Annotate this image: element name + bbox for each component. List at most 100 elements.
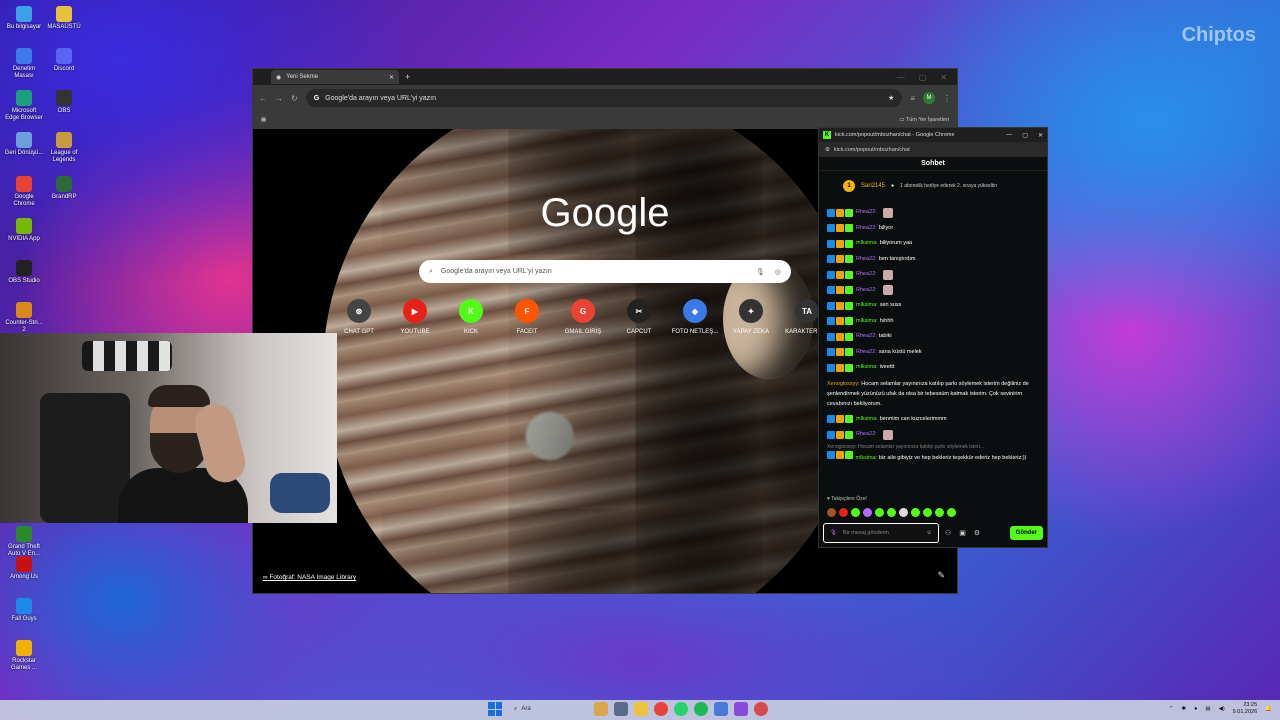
chrome-taskbar-icon[interactable] — [654, 702, 668, 716]
chat-username[interactable]: Rhea22: — [856, 345, 877, 361]
emote-icon[interactable] — [851, 508, 860, 517]
chat-username[interactable]: Rhea22: — [856, 283, 877, 299]
all-bookmarks-link[interactable]: ▭ Tüm Yer İşaretleri — [899, 117, 949, 123]
chat-username[interactable]: Rhea22: — [856, 267, 877, 283]
taskbar-search[interactable]: ⌕ Ara — [508, 702, 588, 716]
file-explorer-icon[interactable] — [634, 702, 648, 716]
chat-username[interactable]: mlksima: — [856, 360, 878, 376]
chat-url[interactable]: kick.com/popout/mbozhan/chat — [834, 147, 910, 153]
shortcut-tile[interactable]: ◆ FOTO NETLEŞ... — [667, 299, 723, 335]
leaderboard-user[interactable]: Sari2145 — [861, 183, 885, 189]
bluetooth-icon[interactable]: ✱ — [1181, 706, 1186, 712]
desktop-icon[interactable]: Bu bilgisayar — [4, 6, 44, 31]
desktop-icon[interactable]: League of Legends — [44, 132, 84, 164]
chat-maximize-button[interactable]: ▢ — [1022, 132, 1028, 139]
mic-icon[interactable]: 🎙 — [830, 530, 837, 536]
desktop-icon[interactable]: Fall Guys — [4, 598, 44, 623]
close-window-button[interactable]: ✕ — [940, 73, 947, 82]
forward-arrow-icon[interactable]: → — [275, 94, 283, 103]
photo-credit-link[interactable]: ∞ Fotoğraf: NASA Image Library — [263, 574, 356, 581]
chat-username[interactable]: mlksima: — [856, 412, 878, 428]
google-search-box[interactable]: ⌕ Google'da arayın veya URL'yi yazın 🎙 ◎ — [419, 260, 791, 283]
tab-new-tab[interactable]: ◉ Yeni Sekme ✕ — [271, 70, 399, 84]
emote-icon[interactable] — [935, 508, 944, 517]
network-icon[interactable]: ▤ — [1205, 706, 1210, 712]
chat-username[interactable]: mlksima: — [856, 298, 878, 314]
gift-icon[interactable]: ▣ — [959, 529, 966, 537]
gear-icon[interactable]: ⚙ — [974, 529, 980, 537]
emoji-icon[interactable]: ☺ — [926, 530, 932, 536]
chat-username[interactable]: Rhea22: — [856, 221, 877, 237]
desktop-icon[interactable]: Grand Theft Auto V En... — [4, 526, 44, 558]
customize-pen-icon[interactable]: ✎ — [937, 570, 945, 581]
chat-close-button[interactable]: ✕ — [1038, 132, 1043, 139]
notification-bell-icon[interactable]: 🔔 — [1265, 706, 1272, 712]
address-bar[interactable]: G Google'da arayın veya URL'yi yazın ★ — [305, 89, 903, 107]
desktop-icon[interactable]: Among Us — [4, 556, 44, 581]
shortcut-tile[interactable]: ✂ CAPCUT — [611, 299, 667, 335]
maximize-button[interactable]: ▢ — [919, 73, 927, 82]
desktop-icon[interactable]: Google Chrome — [4, 176, 44, 208]
desktop-icon[interactable]: Microsoft Edge Browser — [4, 90, 44, 122]
profile-avatar[interactable]: M — [923, 92, 935, 104]
chat-message-input[interactable]: 🎙 Bir mesaj gönderin ☺ — [823, 523, 939, 543]
media-control-icon[interactable]: ≡ — [910, 94, 915, 103]
desktop-icon[interactable]: Denetim Masası — [4, 48, 44, 80]
close-tab-icon[interactable]: ✕ — [389, 74, 394, 81]
emote-icon[interactable] — [839, 508, 848, 517]
shortcut-tile[interactable]: K KICK — [443, 299, 499, 335]
users-icon[interactable]: ⚇ — [945, 529, 951, 537]
emote-icon[interactable] — [947, 508, 956, 517]
emote-icon[interactable] — [899, 508, 908, 517]
shortcut-tile[interactable]: ⊛ CHAT GPT — [331, 299, 387, 335]
app-icon[interactable] — [734, 702, 748, 716]
emote-icon[interactable] — [911, 508, 920, 517]
desktop-icon[interactable]: NVIDIA App — [4, 218, 44, 243]
app-icon[interactable] — [714, 702, 728, 716]
shortcut-tile[interactable]: G GMAIL GİRİŞ — [555, 299, 611, 335]
bookmark-star-icon[interactable]: ★ — [888, 94, 894, 102]
chat-minimize-button[interactable]: — — [1006, 132, 1012, 139]
desktop-icon[interactable]: GrandRP — [44, 176, 84, 201]
minimize-button[interactable]: — — [897, 73, 905, 82]
desktop-icon[interactable]: OBS Studio — [4, 260, 44, 285]
desktop-icon[interactable]: OBS — [44, 90, 84, 115]
reload-icon[interactable]: ↻ — [291, 94, 298, 103]
emote-icon[interactable] — [887, 508, 896, 517]
desktop-icon[interactable]: Rockstar Games ... — [4, 640, 44, 672]
emote-icon[interactable] — [875, 508, 884, 517]
desktop-icon[interactable]: Discord — [44, 48, 84, 73]
desktop-icon[interactable]: Counter-Stri... 2 — [4, 302, 44, 334]
send-button[interactable]: Gönder — [1009, 526, 1043, 540]
desktop-icon[interactable]: MASAÜSTÜ — [44, 6, 84, 31]
voice-search-icon[interactable]: 🎙 — [756, 268, 765, 276]
chat-username[interactable]: Rhea22: — [856, 427, 877, 443]
apps-grid-icon[interactable]: ▦ — [261, 117, 266, 123]
clock[interactable]: 23:25 9.01.2026 — [1233, 702, 1257, 716]
new-tab-button[interactable]: + — [405, 72, 410, 82]
shortcut-tile[interactable]: ✦ YAPAY ZEKA — [723, 299, 779, 335]
widgets-icon[interactable] — [594, 702, 608, 716]
site-settings-icon[interactable]: ⚙ — [825, 147, 830, 153]
app-icon[interactable] — [754, 702, 768, 716]
chat-username[interactable]: Rhea22: — [856, 205, 877, 221]
mic-icon[interactable]: ● — [1194, 706, 1197, 712]
desktop-icon[interactable]: Geri Dönüşü... — [4, 132, 44, 157]
lens-search-icon[interactable]: ◎ — [775, 268, 781, 276]
emote-icon[interactable] — [827, 508, 836, 517]
spotify-icon[interactable] — [694, 702, 708, 716]
shortcut-tile[interactable]: F FACEIT — [499, 299, 555, 335]
chat-username[interactable]: mlksima: — [856, 236, 878, 252]
task-view-icon[interactable] — [614, 702, 628, 716]
windows-start-icon[interactable] — [488, 702, 502, 716]
chat-username[interactable]: Rhea22: — [856, 329, 877, 345]
whatsapp-icon[interactable] — [674, 702, 688, 716]
chat-username[interactable]: mlksima: — [856, 314, 878, 330]
chat-username[interactable]: mlksima: — [856, 455, 878, 461]
chat-username[interactable]: Xenogiossyy: — [827, 381, 860, 387]
volume-icon[interactable]: ◀) — [1219, 706, 1225, 712]
menu-kebab-icon[interactable]: ⋮ — [943, 94, 951, 103]
emote-icon[interactable] — [923, 508, 932, 517]
chevron-up-icon[interactable]: ⌃ — [1169, 706, 1174, 712]
back-arrow-icon[interactable]: ← — [259, 94, 267, 103]
